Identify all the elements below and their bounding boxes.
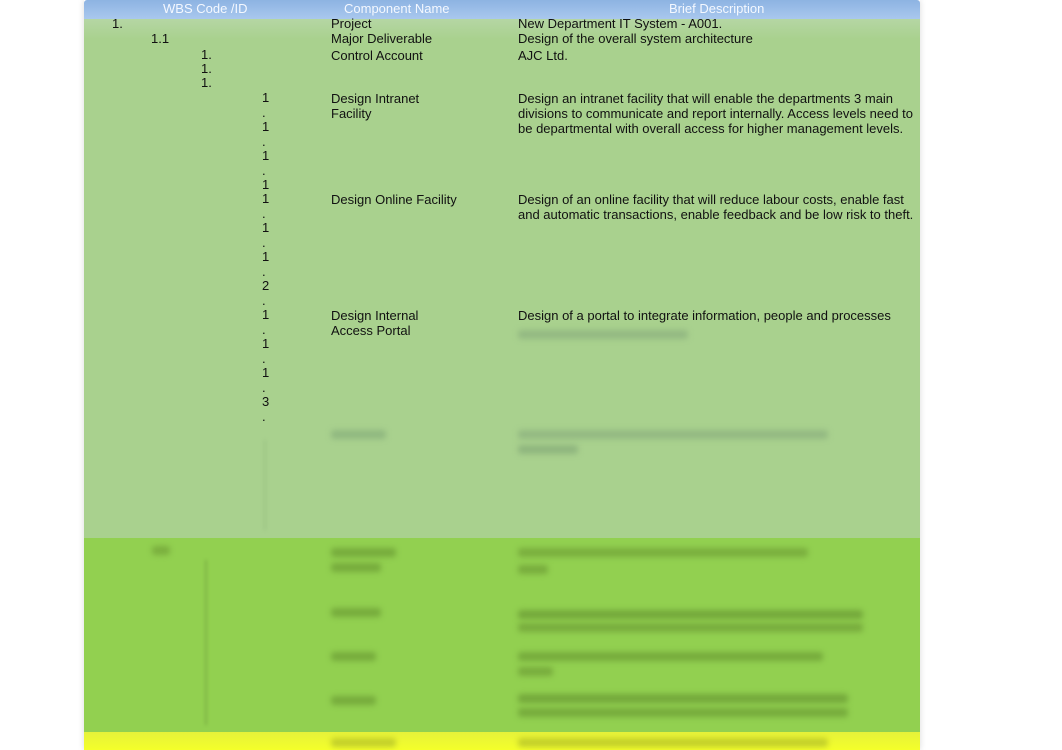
description: AJC Ltd. bbox=[518, 48, 568, 63]
component-name: Project bbox=[331, 16, 372, 31]
wbs-code: 1.1 bbox=[151, 31, 170, 46]
wbs-code: 1. 1. 1. bbox=[201, 47, 212, 90]
description: Design an intranet facility that will en… bbox=[518, 91, 914, 136]
table-header: WBS Code /ID Component Name Brief Descri… bbox=[84, 0, 920, 19]
wbs-code: 1 . 1 . 1 . 3 . bbox=[262, 307, 270, 424]
component-name: Design Intranet Facility bbox=[331, 91, 420, 121]
component-name: Control Account bbox=[331, 48, 423, 63]
description: Design of an online facility that will r… bbox=[518, 192, 914, 222]
wbs-code: 1 . 1 . 1 . 1 bbox=[262, 90, 270, 192]
component-name: Design Internal Access Portal bbox=[331, 308, 419, 338]
header-component: Component Name bbox=[344, 1, 450, 16]
wbs-code: 1 . 1 . 1 . 2 . bbox=[262, 191, 270, 308]
component-name: Major Deliverable bbox=[331, 31, 433, 46]
description: New Department IT System - A001. bbox=[518, 16, 723, 31]
wbs-code: 1. bbox=[112, 16, 123, 31]
description: Design of the overall system architectur… bbox=[518, 31, 753, 46]
header-description: Brief Description bbox=[669, 1, 765, 16]
description: Design of a portal to integrate informat… bbox=[518, 308, 891, 323]
wbs-table: WBS Code /ID Component Name Brief Descri… bbox=[84, 0, 920, 750]
header-wbs: WBS Code /ID bbox=[163, 1, 248, 16]
component-name: Design Online Facility bbox=[331, 192, 457, 207]
